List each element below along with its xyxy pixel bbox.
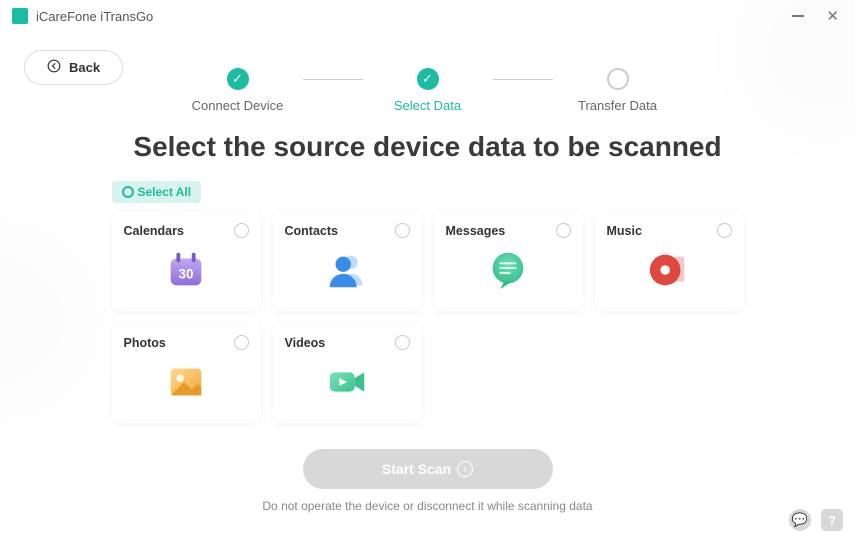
check-icon: ✓ [227,68,249,90]
select-all-label: Select All [138,185,192,199]
radio-icon[interactable] [234,335,249,350]
select-all-ring-icon [122,186,134,198]
card-messages[interactable]: Messages [434,211,583,311]
start-scan-button[interactable]: Start Scan › [303,449,553,489]
card-music[interactable]: Music [595,211,744,311]
videos-icon [285,350,410,413]
step-connector [493,79,553,80]
titlebar: iCareFone iTransGo ✕ [0,0,855,28]
card-photos[interactable]: Photos [112,323,261,423]
stepper: ✓ Connect Device ✓ Select Data Transfer … [0,68,855,113]
card-title: Contacts [285,224,338,238]
contacts-icon [285,238,410,301]
help-button[interactable]: ? [821,509,843,531]
app-logo [12,8,28,24]
music-icon [607,238,732,301]
help-icon: ? [828,513,836,528]
card-videos[interactable]: Videos [273,323,422,423]
step-connect-device: ✓ Connect Device [173,68,303,113]
circle-icon [607,68,629,90]
footer-icons: 💬 ? [789,509,843,531]
radio-icon[interactable] [234,223,249,238]
chat-icon: 💬 [792,512,808,528]
messages-icon [446,238,571,301]
app-title: iCareFone iTransGo [36,9,153,24]
scanning-note: Do not operate the device or disconnect … [0,499,855,513]
calendar-icon: 30 [124,238,249,301]
page-heading: Select the source device data to be scan… [0,131,855,163]
step-label: Connect Device [192,98,284,113]
card-calendars[interactable]: Calendars 30 [112,211,261,311]
step-label: Transfer Data [578,98,657,113]
arrow-right-circle-icon: › [457,461,473,477]
svg-text:30: 30 [179,266,194,281]
card-contacts[interactable]: Contacts [273,211,422,311]
chat-button[interactable]: 💬 [789,509,811,531]
data-cards-grid: Calendars 30 Contacts Messages [112,211,744,423]
photos-icon [124,350,249,413]
radio-icon[interactable] [556,223,571,238]
radio-icon[interactable] [395,223,410,238]
radio-icon[interactable] [717,223,732,238]
step-connector [303,79,363,80]
content-area: Select All Calendars 30 Contacts [112,181,744,423]
card-title: Music [607,224,642,238]
card-title: Messages [446,224,506,238]
minimize-button[interactable] [792,15,804,17]
window-controls: ✕ [792,9,839,24]
card-title: Photos [124,336,166,350]
card-title: Videos [285,336,326,350]
select-all-button[interactable]: Select All [112,181,202,203]
radio-icon[interactable] [395,335,410,350]
check-icon: ✓ [417,68,439,90]
step-transfer-data: Transfer Data [553,68,683,113]
card-title: Calendars [124,224,184,238]
close-button[interactable]: ✕ [826,9,839,24]
step-label: Select Data [394,98,461,113]
step-select-data: ✓ Select Data [363,68,493,113]
start-scan-label: Start Scan [382,461,451,477]
